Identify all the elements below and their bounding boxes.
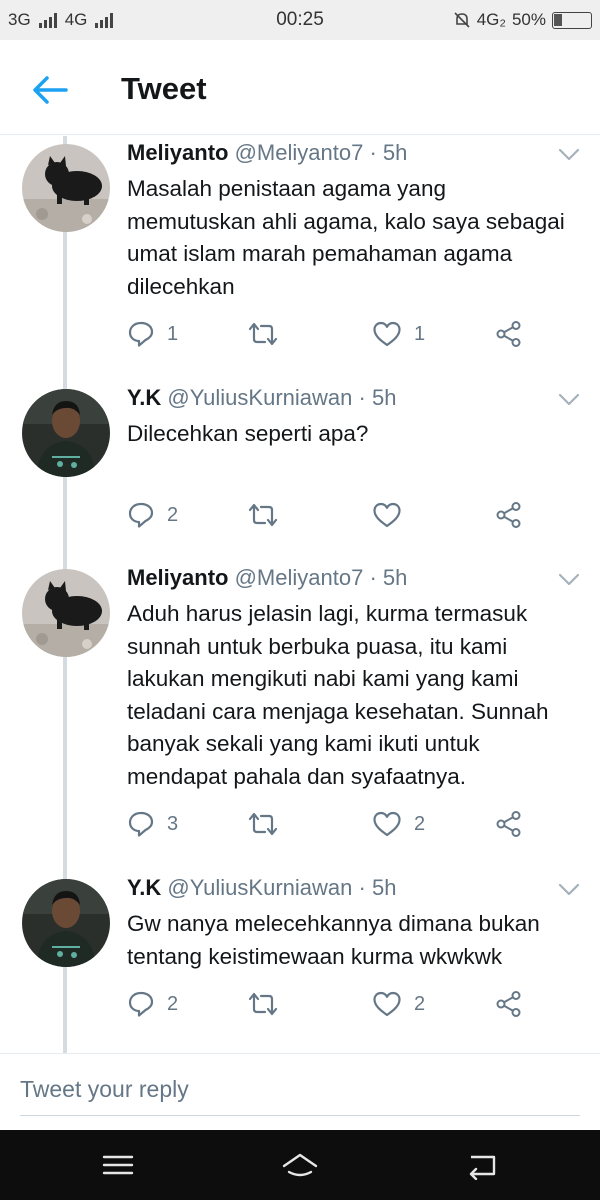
share-button[interactable] — [495, 987, 523, 1021]
like-icon — [373, 502, 401, 528]
retweet-button[interactable] — [247, 807, 291, 841]
battery-percent: 50% — [511, 10, 546, 29]
chevron-down-icon[interactable] — [558, 148, 580, 162]
retweet-button[interactable] — [247, 317, 291, 351]
reply-icon — [128, 991, 154, 1017]
tweet-header: Meliyanto @Meliyanto7 · 5h — [127, 140, 407, 166]
handle[interactable]: @YuliusKurniawan — [167, 875, 352, 900]
avatar[interactable] — [22, 569, 110, 657]
conversation-thread: Meliyanto @Meliyanto7 · 5h Masalah penis… — [0, 136, 600, 1053]
tweet-text: Gw nanya melecehkannya dimana bukan tent… — [127, 911, 540, 969]
tweet-actions: 2 2 — [127, 987, 547, 1021]
status-right: 4G₂ 50% — [453, 10, 592, 30]
retweet-icon — [248, 812, 278, 836]
tweet-item[interactable]: Meliyanto @Meliyanto7 · 5h Aduh harus je… — [0, 561, 600, 871]
reply-icon — [128, 321, 154, 347]
like-icon — [373, 811, 401, 837]
share-button[interactable] — [495, 317, 523, 351]
reply-button[interactable]: 2 — [127, 987, 178, 1021]
system-nav-bar — [0, 1130, 600, 1200]
like-count: 1 — [414, 322, 426, 345]
like-button[interactable] — [372, 498, 414, 532]
reply-count: 2 — [167, 992, 179, 1015]
display-name[interactable]: Meliyanto — [127, 140, 228, 165]
tweet-actions: 1 1 — [127, 317, 547, 351]
tweet-item[interactable]: Y.K @YuliusKurniawan · 5h Gw nanya melec… — [0, 871, 600, 1053]
reply-input[interactable] — [20, 1076, 580, 1116]
reply-bar — [0, 1053, 600, 1130]
chevron-down-icon[interactable] — [558, 573, 580, 587]
timestamp: 5h — [371, 875, 397, 900]
home-icon[interactable] — [280, 1150, 320, 1180]
bell-muted-icon — [454, 12, 470, 28]
reply-count: 2 — [167, 503, 179, 526]
tweet-header: Meliyanto @Meliyanto7 · 5h — [127, 565, 407, 591]
tweet-text: Masalah penistaan agama yang memutuskan … — [127, 176, 565, 299]
status-bar: 3G 4G 00:25 4G₂ 50% — [0, 0, 600, 40]
like-icon — [373, 321, 401, 347]
separator-dot: · — [358, 385, 366, 410]
timestamp: 5h — [371, 385, 397, 410]
share-button[interactable] — [495, 498, 523, 532]
display-name[interactable]: Y.K — [127, 875, 161, 900]
avatar[interactable] — [22, 879, 110, 967]
reply-button[interactable]: 2 — [127, 498, 178, 532]
reply-button[interactable]: 1 — [127, 317, 178, 351]
avatar[interactable] — [22, 144, 110, 232]
reply-icon — [128, 502, 154, 528]
share-button[interactable] — [495, 807, 523, 841]
tweet-header: Y.K @YuliusKurniawan · 5h — [127, 385, 396, 411]
share-icon — [496, 502, 521, 528]
handle[interactable]: @YuliusKurniawan — [167, 385, 352, 410]
tweet-text: Dilecehkan seperti apa? — [127, 421, 369, 446]
chevron-down-icon[interactable] — [558, 393, 580, 407]
back-nav-icon[interactable] — [462, 1150, 502, 1180]
separator-dot: · — [369, 140, 377, 165]
arrow-left-icon[interactable] — [30, 74, 70, 106]
timestamp: 5h — [382, 140, 408, 165]
display-name[interactable]: Meliyanto — [127, 565, 228, 590]
like-icon — [373, 991, 401, 1017]
chevron-down-icon[interactable] — [558, 883, 580, 897]
retweet-button[interactable] — [247, 498, 291, 532]
like-count: 2 — [414, 812, 426, 835]
tweet-item[interactable]: Meliyanto @Meliyanto7 · 5h Masalah penis… — [0, 136, 600, 381]
app-header: Tweet — [0, 40, 600, 135]
reply-count: 3 — [167, 812, 179, 835]
retweet-button[interactable] — [247, 987, 291, 1021]
like-button[interactable]: 2 — [372, 807, 425, 841]
share-icon — [496, 321, 521, 347]
battery-icon — [552, 11, 592, 29]
tweet-text: Aduh harus jelasin lagi, kurma termasuk … — [127, 601, 549, 789]
handle[interactable]: @Meliyanto7 — [235, 140, 364, 165]
display-name[interactable]: Y.K — [127, 385, 161, 410]
retweet-icon — [248, 992, 278, 1016]
menu-icon[interactable] — [98, 1150, 138, 1180]
timestamp: 5h — [382, 565, 408, 590]
reply-count: 1 — [167, 322, 179, 345]
tweet-actions: 3 2 — [127, 807, 547, 841]
handle[interactable]: @Meliyanto7 — [235, 565, 364, 590]
like-count: 2 — [414, 992, 426, 1015]
tweet-actions: 2 — [127, 498, 547, 532]
network-4g2-label: 4G₂ — [476, 10, 506, 29]
like-button[interactable]: 2 — [372, 987, 425, 1021]
like-button[interactable]: 1 — [372, 317, 425, 351]
separator-dot: · — [358, 875, 366, 900]
reply-button[interactable]: 3 — [127, 807, 178, 841]
tweet-item[interactable]: Y.K @YuliusKurniawan · 5h Dilecehkan sep… — [0, 381, 600, 561]
avatar[interactable] — [22, 389, 110, 477]
separator-dot: · — [369, 565, 377, 590]
tweet-header: Y.K @YuliusKurniawan · 5h — [127, 875, 396, 901]
page-title: Tweet — [121, 71, 207, 106]
reply-icon — [128, 811, 154, 837]
retweet-icon — [248, 322, 278, 346]
retweet-icon — [248, 503, 278, 527]
share-icon — [496, 991, 521, 1017]
share-icon — [496, 811, 521, 837]
